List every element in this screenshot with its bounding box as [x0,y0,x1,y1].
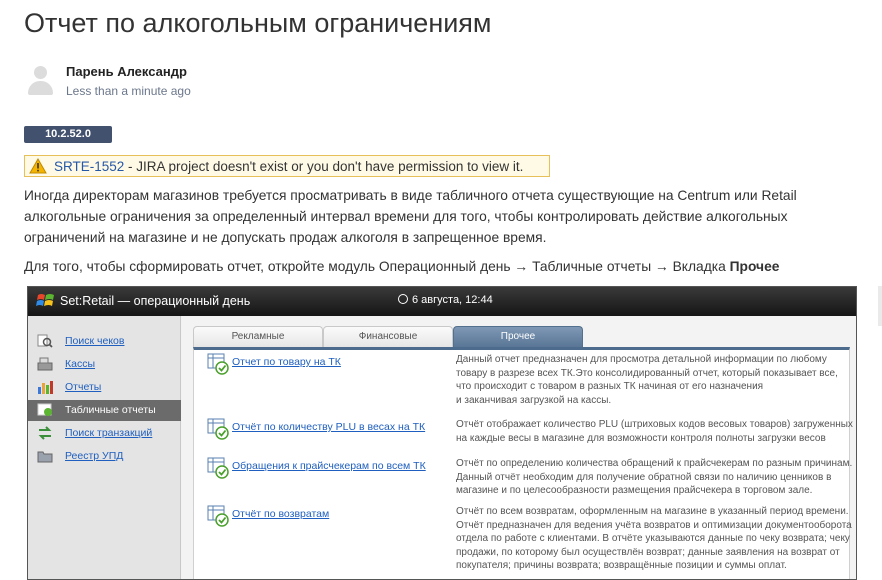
sidebar-item-upd-registry[interactable]: Реестр УПД [28,446,181,467]
author-name[interactable]: Парень Александр [66,64,187,79]
report-desc-line: Отчёт по определению количества обращени… [456,458,853,469]
sidebar-item-receipt-search[interactable]: Поиск чеков [28,331,181,352]
app-header: Set:Retail — операционный день 6 августа… [28,287,856,316]
intro-line: алкогольные ограничения за определенный … [24,209,788,224]
report-desc-line: магазине и по целесообразности размещени… [456,485,813,496]
warning-icon [29,158,47,174]
transactions-icon [38,426,52,440]
sidebar-item-label: Табличные отчеты [65,404,156,416]
report-desc-line: покупателя; причины возврата; возвращённ… [456,560,787,571]
instructions-paragraph: Для того, чтобы сформировать отчет, откр… [24,256,779,277]
report-desc-line: Данный отчет предназначен для просмотра … [456,354,827,365]
table-report-icon [37,403,52,416]
sidebar-item-label: Поиск транзакций [65,427,153,439]
report-desc-line: Отчёт отображает количество PLU (штрихов… [456,419,853,430]
report-desc-line: продажи, по которому был осуществлён воз… [456,546,840,558]
cash-register-icon [37,357,53,371]
version-badge: 10.2.52.0 [24,126,112,143]
sidebar-item-label: Кассы [65,358,96,370]
report-desc-line: Отчёт предназначен для ведения учёта воз… [456,519,852,531]
sidebar-item-registers[interactable]: Кассы [28,354,181,375]
report-desc-line: Отчёт по всем возвратам, оформленным на … [456,506,849,517]
avatar[interactable] [26,64,54,95]
report-link[interactable]: Отчёт по количеству PLU в весах на ТК [232,421,425,433]
page-title: Отчет по алкогольным ограничениям [24,8,492,38]
tab-advertising[interactable]: Рекламные [193,326,323,347]
instructions-text: Для того, чтобы сформировать отчет, откр… [24,259,730,274]
app-title: Set:Retail — операционный день [60,294,251,308]
sidebar-item-label: Реестр УПД [65,450,124,462]
sidebar-item-table-reports[interactable]: Табличные отчеты [28,400,181,421]
report-desc-line: товару в разрезе всех ТК.Это консолидиро… [456,367,838,379]
jira-issue-link[interactable]: SRTE-1552 [54,159,124,174]
app-main-panel: Рекламные Финансовые Прочее Отчет по тов… [182,316,856,579]
folder-icon [37,451,53,463]
app-clock: 6 августа, 12:44 [398,294,493,306]
tab-other[interactable]: Прочее [453,326,583,347]
intro-line: Иногда директорам магазинов требуется пр… [24,188,797,203]
report-desc-line: Данный отчёт необходим для получение обр… [456,471,832,483]
jira-message: SRTE-1552 - JIRA project doesn't exist o… [54,159,523,174]
app-screenshot: Set:Retail — операционный день 6 августа… [27,286,857,580]
sidebar-item-transaction-search[interactable]: Поиск транзакций [28,423,181,444]
report-description: Данный отчет предназначен для просмотра … [456,353,851,407]
reports-list: Отчет по товару на ТК Данный отчет предн… [193,347,853,579]
report-link[interactable]: Отчет по товару на ТК [232,356,341,368]
report-link[interactable]: Обращения к прайсчекерам по всем ТК [232,460,426,472]
tab-financial[interactable]: Финансовые [323,326,453,347]
bar-chart-icon [38,381,53,394]
intro-line: ограничений на магазине и не допускать п… [24,230,547,245]
report-description: Отчёт отображает количество PLU (штрихов… [456,418,853,445]
report-description: Отчёт по всем возвратам, оформленным на … [456,505,852,573]
report-desc-line: отдела по работе с клиентами. В отчёте у… [456,533,850,544]
report-description: Отчёт по определению количества обращени… [456,457,853,498]
scrollbar-edge[interactable] [878,286,882,326]
report-link[interactable]: Отчёт по возвратам [232,508,329,520]
report-desc-line: что происходит с товаром в разных ТК нач… [456,381,764,392]
report-desc-line: и заканчивая загрузкой на кассы. [456,394,612,406]
sidebar-item-label: Отчеты [65,381,102,393]
jira-warning-box: SRTE-1552 - JIRA project doesn't exist o… [24,155,550,177]
table-report-icon [207,505,229,527]
table-report-icon [207,353,229,375]
sidebar-item-reports[interactable]: Отчеты [28,377,181,398]
intro-paragraph: Иногда директорам магазинов требуется пр… [24,185,797,248]
app-sidebar: Поиск чеков Кассы Отчеты Табличные отчет… [28,316,181,579]
clock-icon [398,294,408,304]
sidebar-item-label: Поиск чеков [65,335,125,347]
jira-error-text: - JIRA project doesn't exist or you don'… [124,159,524,174]
table-report-icon [207,418,229,440]
windows-logo-icon [36,294,54,306]
table-report-icon [207,457,229,479]
search-receipt-icon [37,334,53,348]
report-desc-line: на каждые весы в магазине для возможност… [456,432,826,444]
edit-timestamp[interactable]: Less than a minute ago [66,84,191,98]
instructions-bold-tab: Прочее [729,259,780,274]
clock-text: 6 августа, 12:44 [412,294,493,306]
